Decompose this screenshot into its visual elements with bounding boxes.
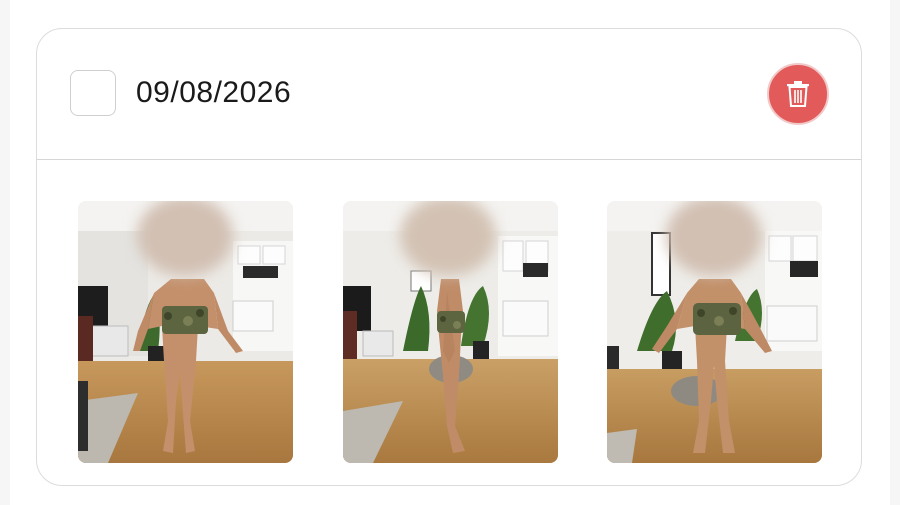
photo-grid <box>37 160 861 485</box>
delete-button[interactable] <box>767 63 829 125</box>
progress-photo-card: 09/08/2026 <box>36 28 862 486</box>
photo-side[interactable] <box>343 201 558 463</box>
trash-icon <box>787 81 809 107</box>
photo-back[interactable] <box>607 201 822 463</box>
entry-date: 09/08/2026 <box>136 76 292 109</box>
photo-front[interactable] <box>78 201 293 463</box>
card-header: 09/08/2026 <box>37 29 861 160</box>
select-checkbox[interactable] <box>70 70 116 116</box>
